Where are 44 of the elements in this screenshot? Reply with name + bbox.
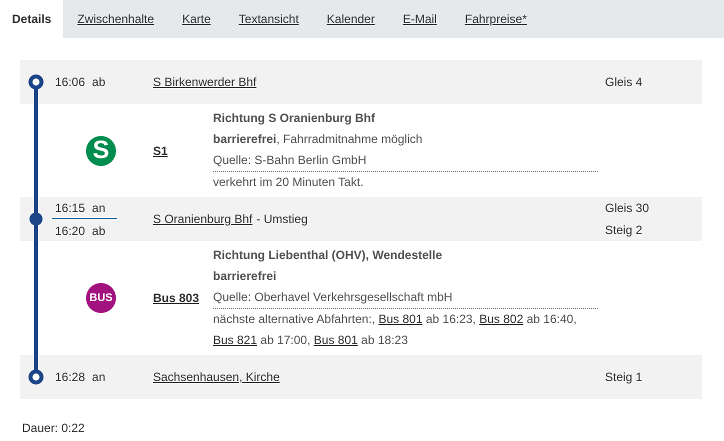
note-text: ab 16:40,	[526, 312, 577, 326]
station-link[interactable]: Sachsenhausen, Kirche	[153, 370, 280, 384]
tab[interactable]: Details	[0, 0, 64, 38]
note-text: ab 17:00,	[260, 333, 310, 347]
source: Quelle: S-Bahn Berlin GmbH	[213, 152, 368, 169]
time: 16:06	[55, 75, 86, 89]
line-link[interactable]: S1	[153, 144, 168, 158]
platform: Steig 1	[605, 370, 644, 384]
duration: Dauer: 0:22	[22, 421, 86, 435]
direction: Richtung Liebenthal (OHV), Wendestelle	[213, 247, 444, 264]
line-link[interactable]: Bus 803	[153, 291, 200, 305]
note-text: ab 18:23	[361, 333, 408, 347]
departure-link[interactable]: Bus 801	[378, 312, 422, 326]
tab[interactable]: Kalender	[312, 0, 389, 38]
platform: Steig 2	[605, 223, 644, 237]
features: barrierefrei, Fahrradmitnahme möglich	[213, 131, 424, 148]
departure-link[interactable]: Bus 801	[314, 333, 358, 347]
station-link[interactable]: S Oranienburg Bhf	[153, 212, 252, 226]
tab[interactable]: Zwischenhalte	[63, 0, 168, 38]
time: 16:15	[55, 200, 86, 214]
note-text: nächste alternative Abfahrten:,	[213, 312, 376, 326]
note-text: verkehrt im 20 Minuten Takt.	[213, 175, 364, 189]
time: 16:20	[55, 224, 86, 238]
platform: Gleis 30	[605, 201, 650, 215]
tab[interactable]: Fahrpreise*	[450, 0, 541, 38]
tab[interactable]: Textansicht	[224, 0, 313, 38]
departure-link[interactable]: Bus 821	[213, 333, 258, 347]
direction: Richtung S Oranienburg Bhf	[213, 110, 376, 127]
transport-badge: S	[86, 136, 116, 166]
tab[interactable]: E-Mail	[388, 0, 451, 38]
features: barrierefrei	[213, 268, 278, 285]
station-link[interactable]: S Birkenwerder Bhf	[153, 75, 256, 89]
platform: Gleis 4	[605, 75, 644, 89]
time-type: ab	[92, 75, 106, 89]
tab[interactable]: Karte	[168, 0, 225, 38]
time-type: ab	[92, 224, 106, 238]
note-text: ab 16:23,	[426, 312, 476, 326]
transport-badge: BUS	[86, 283, 116, 313]
departure-link[interactable]: Bus 802	[479, 312, 524, 326]
time: 16:28	[55, 370, 86, 384]
source: Quelle: Oberhavel Verkehrsgesellschaft mbH	[213, 289, 454, 306]
station-note: - Umstieg	[256, 212, 308, 226]
time-type: an	[92, 200, 106, 214]
time-type: an	[92, 370, 106, 384]
